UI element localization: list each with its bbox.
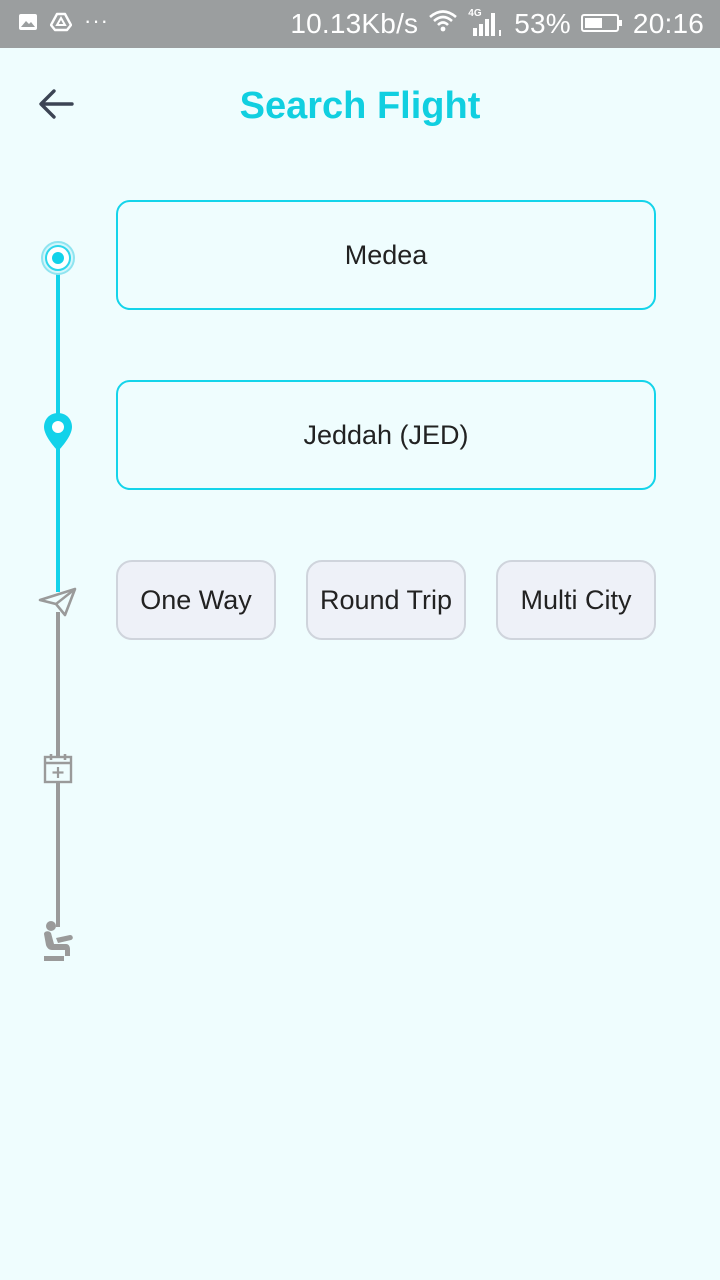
one-way-button[interactable]: One Way bbox=[116, 560, 276, 640]
calendar-icon bbox=[42, 752, 74, 784]
origin-value: Medea bbox=[344, 239, 428, 270]
status-right: 10.13Kb/s 4G 53% 20:16 bbox=[290, 0, 704, 48]
round-trip-button[interactable]: Round Trip bbox=[306, 560, 466, 640]
multi-city-button[interactable]: Multi City bbox=[496, 560, 656, 640]
paper-plane-icon bbox=[38, 586, 78, 618]
battery-icon bbox=[580, 8, 623, 40]
step-timeline bbox=[0, 0, 110, 1000]
origin-field[interactable]: Medea bbox=[116, 200, 656, 310]
wifi-icon bbox=[428, 8, 458, 40]
network-speed: 10.13Kb/s bbox=[290, 8, 419, 39]
passenger-seat-icon bbox=[40, 920, 78, 962]
battery-percent: 53% bbox=[514, 8, 571, 39]
destination-value: Jeddah (JED) bbox=[303, 419, 469, 450]
destination-pin-icon bbox=[42, 412, 74, 452]
signal-icon: 4G bbox=[468, 8, 504, 38]
destination-field[interactable]: Jeddah (JED) bbox=[116, 380, 656, 490]
origin-dot-icon bbox=[40, 240, 76, 276]
clock: 20:16 bbox=[632, 8, 704, 39]
